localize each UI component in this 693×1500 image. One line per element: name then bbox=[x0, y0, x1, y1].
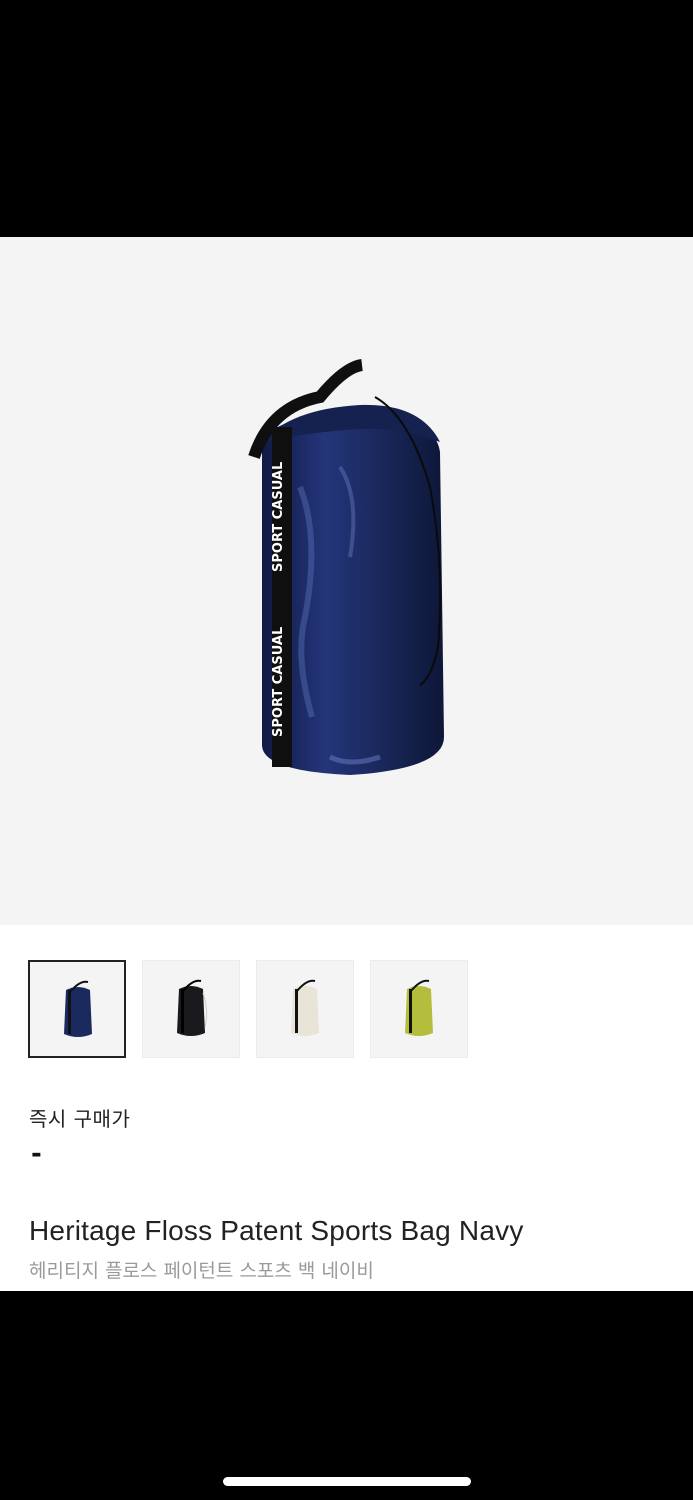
strap-text-upper: SPORT CASUAL bbox=[271, 462, 286, 572]
product-hero-image[interactable]: SPORT CASUAL SPORT CASUAL bbox=[0, 237, 693, 925]
bottom-black-area bbox=[0, 1291, 693, 1500]
thumbnail-lime[interactable] bbox=[370, 960, 468, 1058]
top-black-area bbox=[0, 0, 693, 237]
thumbnail-navy[interactable] bbox=[28, 960, 126, 1058]
product-name-korean: 헤리티지 플로스 페이턴트 스포츠 백 네이비 bbox=[29, 1260, 374, 1282]
bag-thumbnail-icon bbox=[177, 979, 208, 1036]
product-info-panel: 즉시 구매가 - Heritage Floss Patent Sports Ba… bbox=[0, 925, 693, 1291]
instant-buy-price-value: - bbox=[31, 1139, 42, 1169]
strap-text: SPORT CASUAL bbox=[271, 627, 286, 737]
home-indicator[interactable] bbox=[223, 1477, 471, 1486]
thumbnail-black[interactable] bbox=[142, 960, 240, 1058]
bag-illustration: SPORT CASUAL SPORT CASUAL bbox=[248, 359, 444, 775]
bag-thumbnail-icon bbox=[291, 979, 319, 1036]
bag-thumbnail-icon bbox=[405, 979, 433, 1036]
product-name-english: Heritage Floss Patent Sports Bag Navy bbox=[29, 1215, 524, 1246]
instant-buy-price-label: 즉시 구매가 bbox=[29, 1107, 131, 1131]
thumbnail-ivory[interactable] bbox=[256, 960, 354, 1058]
bag-thumbnail-icon bbox=[64, 980, 92, 1037]
